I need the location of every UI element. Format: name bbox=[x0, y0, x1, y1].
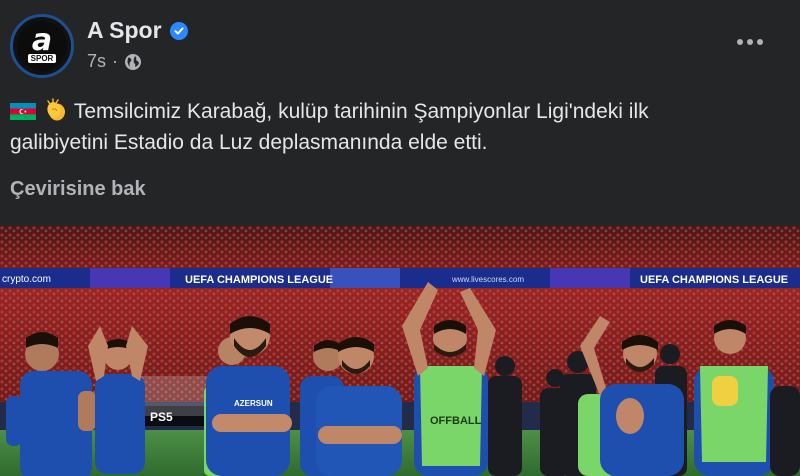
more-icon-dot bbox=[747, 39, 753, 45]
shirt-sponsor-text: AZERSUN bbox=[234, 399, 273, 408]
avatar[interactable]: a SPOR bbox=[10, 14, 74, 78]
banner-livescores-text: www.livescores.com bbox=[451, 275, 524, 284]
page-name[interactable]: A Spor bbox=[87, 17, 162, 44]
team-celebration-photo: crypto.com UEFA CHAMPIONS LEAGUE www.liv… bbox=[0, 226, 800, 476]
post-header: a SPOR A Spor 7s · bbox=[10, 14, 790, 80]
page-name-row: A Spor bbox=[87, 17, 188, 44]
more-options-button[interactable] bbox=[732, 32, 768, 52]
bib-text: OFFBALL bbox=[430, 415, 482, 427]
avatar-sub: SPOR bbox=[27, 53, 57, 63]
post-text-line2: galibiyetini Estadio da Luz deplasmanınd… bbox=[10, 131, 488, 154]
post-text-line1: Temsilcimiz Karabağ, kulüp tarihinin Şam… bbox=[73, 100, 649, 123]
meta-separator: · bbox=[112, 51, 119, 71]
post-meta: 7s · bbox=[87, 51, 142, 72]
clapping-hands-icon bbox=[47, 98, 65, 121]
more-icon-dot bbox=[737, 39, 743, 45]
banner-ucl-text-2: UEFA CHAMPIONS LEAGUE bbox=[640, 274, 788, 286]
more-icon-dot bbox=[757, 39, 763, 45]
facebook-post: a SPOR A Spor 7s · Temsilcimiz Karabağ, … bbox=[0, 0, 800, 476]
banner-crypto-text: crypto.com bbox=[2, 274, 51, 285]
avatar-letter: a bbox=[31, 22, 53, 58]
verified-icon bbox=[169, 21, 188, 40]
banner-ucl-text-1: UEFA CHAMPIONS LEAGUE bbox=[185, 274, 333, 286]
post-text: Temsilcimiz Karabağ, kulüp tarihinin Şam… bbox=[10, 96, 790, 158]
player-figure bbox=[88, 326, 148, 474]
see-translation-link[interactable]: Çevirisine bak bbox=[10, 178, 146, 201]
timestamp[interactable]: 7s bbox=[87, 51, 106, 72]
globe-icon bbox=[125, 53, 142, 70]
post-photo[interactable]: crypto.com UEFA CHAMPIONS LEAGUE www.liv… bbox=[0, 226, 800, 476]
a-spor-logo-icon: a SPOR bbox=[17, 21, 67, 71]
azerbaijan-flag-icon bbox=[10, 103, 36, 120]
